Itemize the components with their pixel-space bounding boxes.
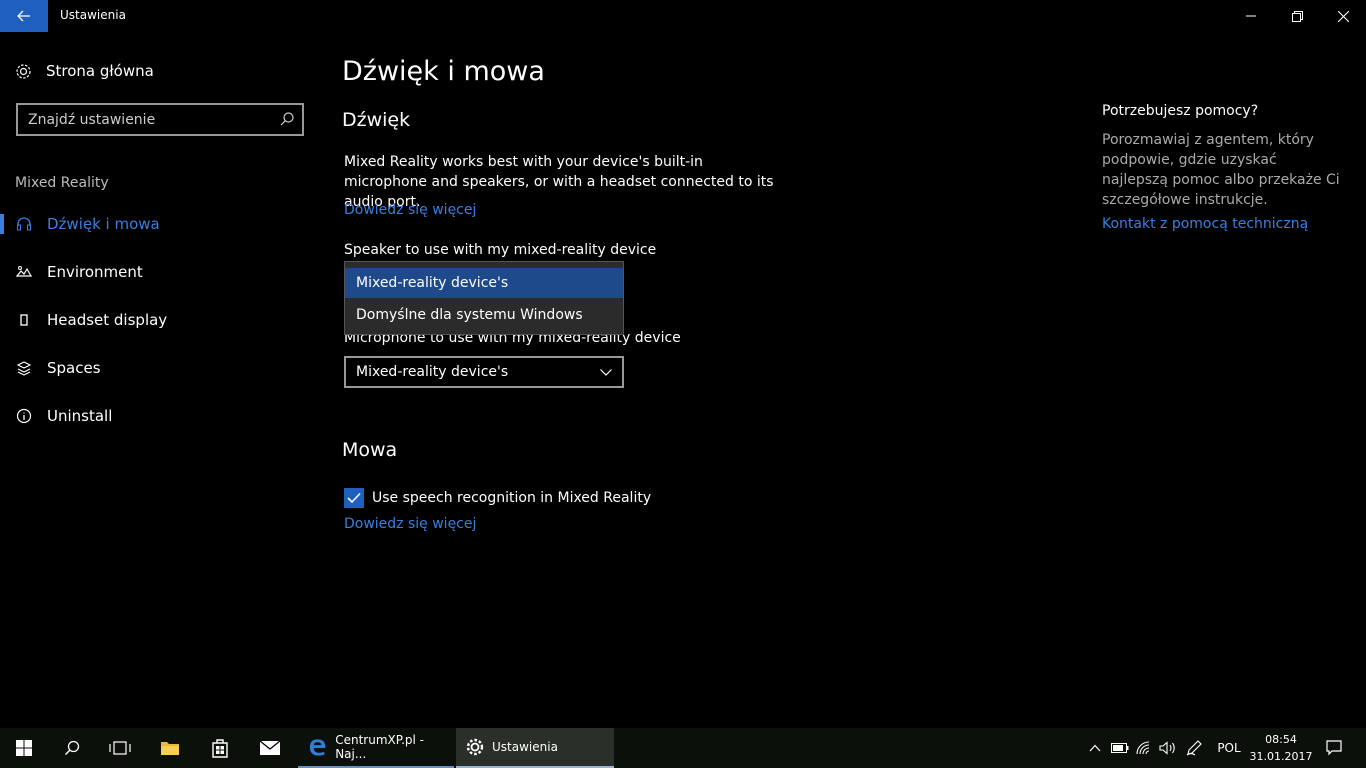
store-icon (212, 739, 228, 758)
speaker-icon (1159, 741, 1175, 755)
learn-more-link[interactable]: Dowiedz się więcej (344, 516, 476, 532)
title-bar: Ustawienia (0, 0, 1366, 32)
window-title: Ustawienia (60, 8, 126, 22)
active-indicator (0, 214, 4, 234)
sidebar-item-spaces[interactable]: Spaces (0, 348, 320, 388)
battery-icon (1111, 743, 1129, 753)
volume-button[interactable] (1156, 728, 1180, 768)
info-icon (16, 408, 32, 424)
minimize-icon (1246, 15, 1256, 17)
support-contact-link[interactable]: Kontakt z pomocą techniczną (1102, 216, 1308, 232)
sidebar-item-label: Dźwięk i mowa (47, 215, 160, 233)
speech-recognition-row: Use speech recognition in Mixed Reality (344, 488, 651, 508)
speaker-option[interactable]: Mixed-reality device's (345, 268, 623, 298)
start-button[interactable] (0, 728, 48, 768)
search-icon (64, 740, 80, 756)
learn-more-link[interactable]: Dowiedz się więcej (344, 202, 476, 218)
help-text: Porozmawiaj z agentem, który podpowie, g… (1102, 132, 1340, 208)
taskbar-search-button[interactable] (48, 728, 96, 768)
restore-icon (1291, 10, 1303, 22)
sidebar-item-environment[interactable]: Environment (0, 252, 320, 292)
close-button[interactable] (1320, 0, 1366, 32)
home-link[interactable]: Strona główna (15, 62, 154, 80)
edge-icon (309, 739, 326, 756)
restore-button[interactable] (1274, 0, 1320, 32)
clock-date: 31.01.2017 (1249, 750, 1313, 763)
sidebar-item-label: Headset display (47, 311, 168, 329)
speaker-option[interactable]: Domyślne dla systemu Windows (345, 300, 623, 330)
back-button[interactable] (0, 0, 48, 32)
clock[interactable]: 08:54 31.01.2017 (1246, 731, 1316, 765)
search-icon (280, 112, 294, 126)
sound-heading: Dźwięk (342, 109, 411, 131)
sidebar-item-label: Environment (47, 263, 143, 281)
input-language-button[interactable]: POL (1212, 728, 1246, 768)
headset-icon (16, 216, 32, 232)
speech-recognition-label: Use speech recognition in Mixed Reality (372, 490, 652, 506)
sidebar-item-headset-display[interactable]: Headset display (0, 300, 320, 340)
sidebar-item-label: Spaces (47, 359, 101, 377)
environment-icon (16, 264, 32, 280)
sidebar-item-label: Uninstall (47, 407, 113, 425)
chevron-down-icon (600, 369, 612, 376)
taskbar-app-label: Ustawienia (492, 740, 558, 754)
speaker-dropdown-list: Mixed-reality device's Domyślne dla syst… (344, 261, 624, 335)
pen-button[interactable] (1182, 728, 1206, 768)
notification-icon (1326, 740, 1342, 756)
sidebar-item-sound-speech[interactable]: Dźwięk i mowa (0, 204, 320, 244)
search-input[interactable]: Znajdź ustawienie (16, 103, 304, 136)
back-arrow-icon (17, 10, 30, 22)
checkmark-icon (347, 492, 361, 504)
microphone-value: Mixed-reality device's (356, 364, 509, 380)
wifi-icon (1136, 741, 1150, 755)
display-icon (16, 312, 32, 328)
search-placeholder: Znajdź ustawienie (28, 111, 156, 128)
close-icon (1337, 10, 1349, 22)
gear-icon (16, 63, 31, 79)
network-button[interactable] (1132, 728, 1156, 768)
battery-button[interactable] (1108, 728, 1132, 768)
microphone-dropdown[interactable]: Mixed-reality device's (344, 356, 624, 388)
home-label: Strona główna (46, 62, 154, 80)
group-label: Mixed Reality (15, 175, 109, 191)
show-hidden-icons-button[interactable] (1084, 728, 1106, 768)
folder-icon (161, 742, 179, 755)
pen-icon (1186, 740, 1202, 756)
speech-recognition-checkbox[interactable] (344, 488, 364, 508)
taskbar-app-settings[interactable]: Ustawienia (456, 728, 614, 768)
clock-time: 08:54 (1265, 733, 1297, 746)
file-explorer-button[interactable] (146, 728, 194, 768)
gear-icon (466, 738, 484, 756)
taskbar-app-label: CentrumXP.pl - Naj... (335, 733, 425, 761)
mail-icon (259, 740, 281, 755)
taskbar: CentrumXP.pl - Naj... Ustawienia POL 08:… (0, 728, 1366, 768)
speaker-label: Speaker to use with my mixed-reality dev… (344, 242, 657, 258)
speech-heading: Mowa (342, 439, 398, 461)
page-title: Dźwięk i mowa (342, 56, 545, 87)
task-view-button[interactable] (96, 728, 144, 768)
sidebar: Strona główna Znajdź ustawienie Mixed Re… (0, 32, 320, 728)
action-center-button[interactable] (1320, 728, 1348, 768)
task-view-icon (109, 741, 131, 755)
help-title: Potrzebujesz pomocy? (1102, 103, 1259, 119)
sidebar-item-uninstall[interactable]: Uninstall (0, 396, 320, 436)
windows-logo-icon (16, 740, 32, 756)
minimize-button[interactable] (1228, 0, 1274, 32)
taskbar-app-edge[interactable]: CentrumXP.pl - Naj... (298, 728, 454, 768)
mail-button[interactable] (246, 728, 294, 768)
chevron-up-icon (1089, 744, 1101, 752)
store-button[interactable] (196, 728, 244, 768)
spaces-icon (16, 360, 32, 376)
